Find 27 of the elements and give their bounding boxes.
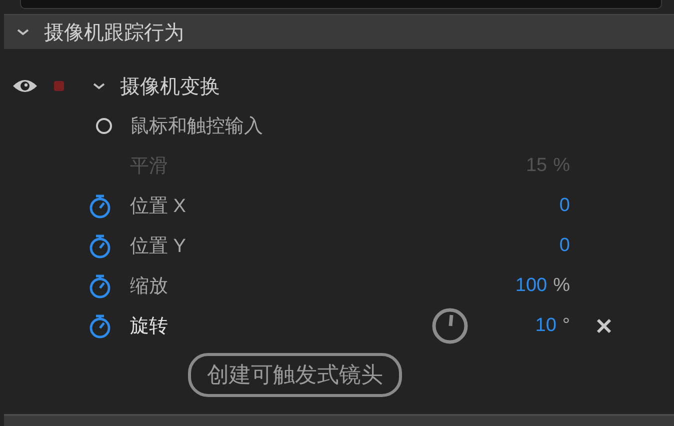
group-title: 摄像机变换 xyxy=(120,74,220,100)
stopwatch-icon[interactable] xyxy=(88,193,112,219)
input-field[interactable] xyxy=(20,0,662,9)
stopwatch-icon[interactable] xyxy=(88,233,112,259)
section-header[interactable]: 摄像机跟踪行为 xyxy=(4,14,674,49)
unit-label: % xyxy=(553,275,570,297)
chevron-icon[interactable] xyxy=(92,81,106,91)
stopwatch-icon[interactable] xyxy=(88,313,112,339)
property-label: 位置 Y xyxy=(130,235,187,259)
dial-icon[interactable] xyxy=(431,307,469,345)
unit-label: ° xyxy=(562,315,570,337)
radio-button[interactable] xyxy=(96,118,112,134)
eye-icon[interactable] xyxy=(12,78,38,94)
property-value[interactable]: 0 xyxy=(559,195,570,217)
property-value[interactable]: 0 xyxy=(559,235,570,257)
property-label: 旋转 xyxy=(130,315,169,339)
option-label: 鼠标和触控输入 xyxy=(130,115,264,139)
section-title: 摄像机跟踪行为 xyxy=(44,20,184,46)
unit-label: % xyxy=(553,155,570,177)
create-shot-button[interactable]: 创建可触发式镜头 xyxy=(188,353,402,397)
property-label: 位置 X xyxy=(130,195,187,219)
close-icon[interactable] xyxy=(594,316,614,336)
chevron-icon[interactable] xyxy=(16,27,30,37)
stopwatch-icon[interactable] xyxy=(88,273,112,299)
property-label: 缩放 xyxy=(130,275,169,299)
property-value[interactable]: 100 xyxy=(515,275,548,297)
property-value[interactable]: 10 xyxy=(535,315,556,337)
